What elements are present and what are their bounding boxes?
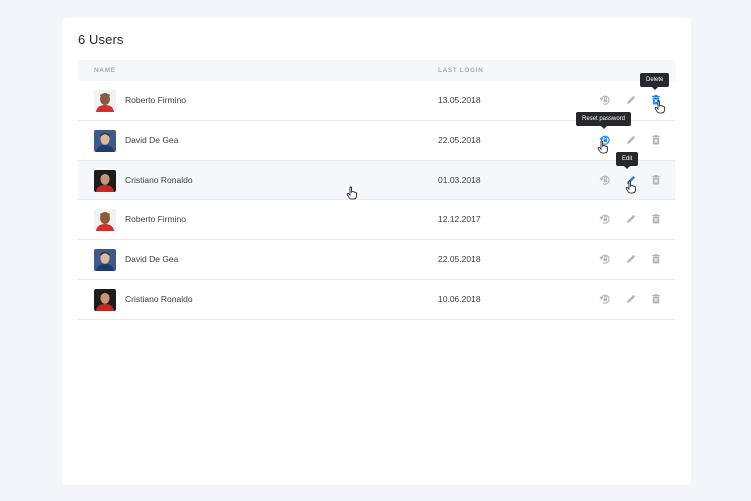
table-row[interactable]: Cristiano Ronaldo 10.06.2018 bbox=[78, 279, 675, 320]
row-actions bbox=[597, 213, 667, 227]
avatar bbox=[94, 249, 116, 272]
avatar bbox=[94, 129, 116, 152]
table-row[interactable]: Roberto Firmino 12.12.2017 bbox=[78, 200, 675, 241]
pencil-icon[interactable] bbox=[625, 293, 637, 305]
trash-icon[interactable] bbox=[650, 213, 662, 225]
lock-reset-icon[interactable] bbox=[599, 94, 611, 106]
table-header: NAME LAST LOGIN bbox=[78, 60, 675, 81]
lock-reset-icon[interactable] bbox=[599, 174, 611, 186]
avatar bbox=[94, 169, 116, 192]
avatar bbox=[94, 288, 116, 311]
users-table: NAME LAST LOGIN Roberto Firmino 13.05.20… bbox=[78, 60, 675, 320]
table-row[interactable]: Cristiano Ronaldo 01.03.2018 bbox=[78, 160, 675, 201]
table-row[interactable]: David De Gea 22.05.2018 bbox=[78, 240, 675, 280]
trash-icon[interactable] bbox=[650, 253, 662, 265]
tooltip-delete: Delete bbox=[640, 73, 670, 90]
user-name: David De Gea bbox=[125, 254, 179, 265]
hand-cursor-icon bbox=[597, 140, 609, 154]
user-last-login: 12.12.2017 bbox=[438, 214, 481, 225]
avatar bbox=[94, 90, 116, 112]
pencil-icon[interactable] bbox=[625, 253, 637, 265]
hand-cursor-icon bbox=[654, 100, 666, 114]
user-name: David De Gea bbox=[125, 134, 179, 145]
pencil-icon[interactable] bbox=[625, 94, 637, 106]
column-header-last-login[interactable]: LAST LOGIN bbox=[438, 67, 483, 74]
tooltip-edit: Edit bbox=[616, 152, 639, 169]
trash-icon[interactable] bbox=[650, 174, 662, 186]
user-last-login: 01.03.2018 bbox=[438, 174, 481, 185]
user-name: Cristiano Ronaldo bbox=[125, 293, 193, 304]
user-last-login: 10.06.2018 bbox=[438, 293, 481, 304]
user-last-login: 13.05.2018 bbox=[438, 95, 481, 105]
pencil-icon[interactable] bbox=[625, 213, 637, 225]
row-actions bbox=[597, 253, 667, 267]
user-last-login: 22.05.2018 bbox=[438, 134, 481, 145]
table-row[interactable]: David De Gea 22.05.2018 bbox=[78, 120, 675, 161]
trash-icon[interactable] bbox=[650, 293, 662, 305]
trash-icon[interactable] bbox=[650, 134, 662, 146]
users-card: 6 Users NAME LAST LOGIN Roberto Firmino … bbox=[62, 18, 691, 485]
hand-cursor-icon bbox=[625, 180, 637, 194]
user-last-login: 22.05.2018 bbox=[438, 254, 481, 265]
hand-cursor-icon bbox=[346, 186, 358, 200]
lock-reset-icon[interactable] bbox=[599, 253, 611, 265]
lock-reset-icon[interactable] bbox=[599, 293, 611, 305]
page-title: 6 Users bbox=[78, 32, 124, 47]
avatar bbox=[94, 209, 116, 232]
pencil-icon[interactable] bbox=[625, 134, 637, 146]
user-name: Cristiano Ronaldo bbox=[125, 174, 193, 185]
tooltip-reset-password: Reset password bbox=[576, 112, 632, 129]
lock-reset-icon[interactable] bbox=[599, 213, 611, 225]
user-name: Roberto Firmino bbox=[125, 214, 186, 225]
column-header-name[interactable]: NAME bbox=[94, 67, 116, 74]
user-name: Roberto Firmino bbox=[125, 95, 186, 105]
row-actions bbox=[597, 293, 667, 307]
